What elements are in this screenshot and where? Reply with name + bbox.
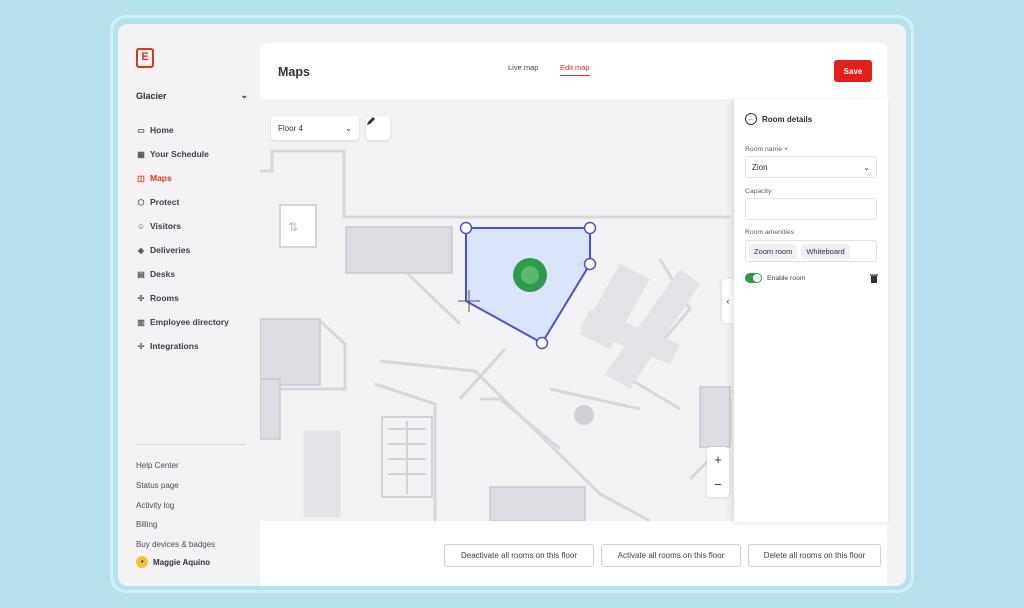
sidebar-item-label: Desks [150, 269, 176, 279]
sidebar-item-home[interactable]: ▭ Home [136, 118, 256, 142]
sidebar-item-your-schedule[interactable]: ▦ Your Schedule [136, 142, 256, 166]
amenities-field[interactable]: Zoom room Whiteboard [745, 240, 877, 262]
edit-floor-button[interactable] [366, 116, 390, 140]
link-status-page[interactable]: Status page [136, 476, 215, 496]
directory-icon: ▥ [137, 317, 145, 327]
tab-live-map[interactable]: Live map [508, 63, 538, 75]
map-footer: Deactivate all rooms on this floor Activ… [260, 521, 887, 586]
sidebar-nav: ▭ Home ▦ Your Schedule ◫ Maps ⬡ Protect ☺ Vis… [136, 118, 256, 358]
avatar: ◕ [136, 556, 148, 568]
calendar-icon: ▦ [137, 149, 145, 159]
link-help-center[interactable]: Help Center [136, 456, 215, 476]
sidebar-links: Help Center Status page Activity log Bil… [136, 456, 215, 554]
delete-all-rooms-button[interactable]: Delete all rooms on this floor [748, 544, 881, 567]
sidebar-item-label: Your Schedule [150, 149, 209, 159]
sidebar-item-deliveries[interactable]: ◈ Deliveries [136, 238, 256, 262]
app-window: E Glacier ⌄ ▭ Home ▦ Your Schedule ◫ Maps ⬡… [118, 24, 906, 586]
sidebar-item-label: Employee directory [150, 317, 229, 327]
floor-select[interactable]: Floor 4 ⌄ [271, 116, 359, 140]
enable-room-label: Enable room [767, 274, 806, 282]
capacity-label: Capacity [745, 188, 772, 195]
sidebar-item-maps[interactable]: ◫ Maps [136, 166, 256, 190]
desk-icon: ▤ [137, 269, 145, 279]
trash-icon[interactable] [869, 273, 879, 283]
sidebar-item-integrations[interactable]: ✢ Integrations [136, 334, 256, 358]
tab-edit-map[interactable]: Edit map [560, 63, 590, 76]
back-arrow-icon[interactable]: ← [745, 113, 757, 125]
link-activity-log[interactable]: Activity log [136, 495, 215, 515]
sidebar-item-label: Integrations [150, 341, 199, 351]
amenities-label: Room amenities [745, 229, 795, 236]
zoom-in-button[interactable]: + [707, 447, 729, 472]
integrations-icon: ✢ [137, 341, 145, 351]
sidebar-item-label: Home [150, 125, 174, 135]
room-name-value: Zion [752, 162, 768, 172]
panel-header: ← Room details [745, 113, 812, 125]
chevron-down-icon: ⌄ [345, 123, 352, 133]
deactivate-all-rooms-button[interactable]: Deactivate all rooms on this floor [444, 544, 594, 567]
sidebar-item-label: Protect [150, 197, 180, 207]
page-title: Maps [278, 65, 310, 79]
sidebar-item-desks[interactable]: ▤ Desks [136, 262, 256, 286]
home-icon: ▭ [137, 125, 145, 135]
map-icon: ◫ [137, 173, 145, 183]
user-name: Maggie Aquino [153, 557, 211, 567]
panel-title: Room details [762, 114, 813, 124]
shield-icon: ⬡ [137, 197, 145, 207]
sidebar-item-label: Visitors [150, 221, 182, 231]
activate-all-rooms-button[interactable]: Activate all rooms on this floor [601, 544, 741, 567]
save-button[interactable]: Save [834, 60, 872, 82]
visitors-icon: ☺ [136, 221, 146, 231]
topbar: Maps Live map Edit map Save [260, 43, 887, 99]
sidebar-item-label: Deliveries [150, 245, 191, 255]
amenity-chip[interactable]: Zoom room [749, 243, 798, 259]
room-details-panel: ← Room details Room name • Zion ⌄ Capacit… [734, 99, 888, 522]
workspace-selector[interactable]: Glacier ⌄ [136, 90, 248, 101]
pencil-icon [367, 117, 375, 125]
sidebar-item-visitors[interactable]: ☺ Visitors [136, 214, 256, 238]
sidebar-divider [136, 444, 246, 445]
sidebar-item-protect[interactable]: ⬡ Protect [136, 190, 256, 214]
enable-room-toggle[interactable] [745, 273, 762, 283]
sidebar-item-label: Rooms [150, 293, 179, 303]
sidebar-item-label: Maps [150, 173, 172, 183]
svg-text:⇅: ⇅ [288, 220, 298, 234]
room-name-label-text: Room name [745, 146, 783, 153]
floor-select-value: Floor 4 [278, 123, 303, 133]
rooms-icon: ✣ [137, 293, 145, 303]
link-buy-devices[interactable]: Buy devices & badges [136, 535, 215, 555]
link-billing[interactable]: Billing [136, 515, 215, 535]
amenity-chip[interactable]: Whiteboard [801, 243, 850, 259]
package-icon: ◈ [137, 245, 145, 255]
enable-room-row: Enable room [745, 273, 879, 283]
chevron-down-icon: ⌄ [863, 162, 870, 172]
zoom-out-button[interactable]: − [707, 472, 729, 497]
workspace-name: Glacier [136, 90, 167, 101]
logo-icon: E [136, 48, 154, 68]
user-menu[interactable]: ◕ Maggie Aquino [136, 556, 210, 568]
zoom-controls: + − [707, 447, 729, 497]
sidebar-item-rooms[interactable]: ✣ Rooms [136, 286, 256, 310]
chevron-left-icon: ‹ [726, 296, 730, 306]
collapse-panel-button[interactable]: ‹ [722, 279, 734, 323]
required-indicator: • [785, 146, 788, 153]
capacity-input[interactable] [745, 198, 877, 220]
enable-room-toggle-group: Enable room [745, 273, 806, 283]
sidebar-item-employee-directory[interactable]: ▥ Employee directory [136, 310, 256, 334]
sidebar: E Glacier ⌄ ▭ Home ▦ Your Schedule ◫ Maps ⬡… [118, 24, 260, 586]
chevron-down-icon: ⌄ [240, 90, 248, 100]
room-name-select[interactable]: Zion ⌄ [745, 156, 877, 178]
room-name-label: Room name • [745, 146, 787, 153]
